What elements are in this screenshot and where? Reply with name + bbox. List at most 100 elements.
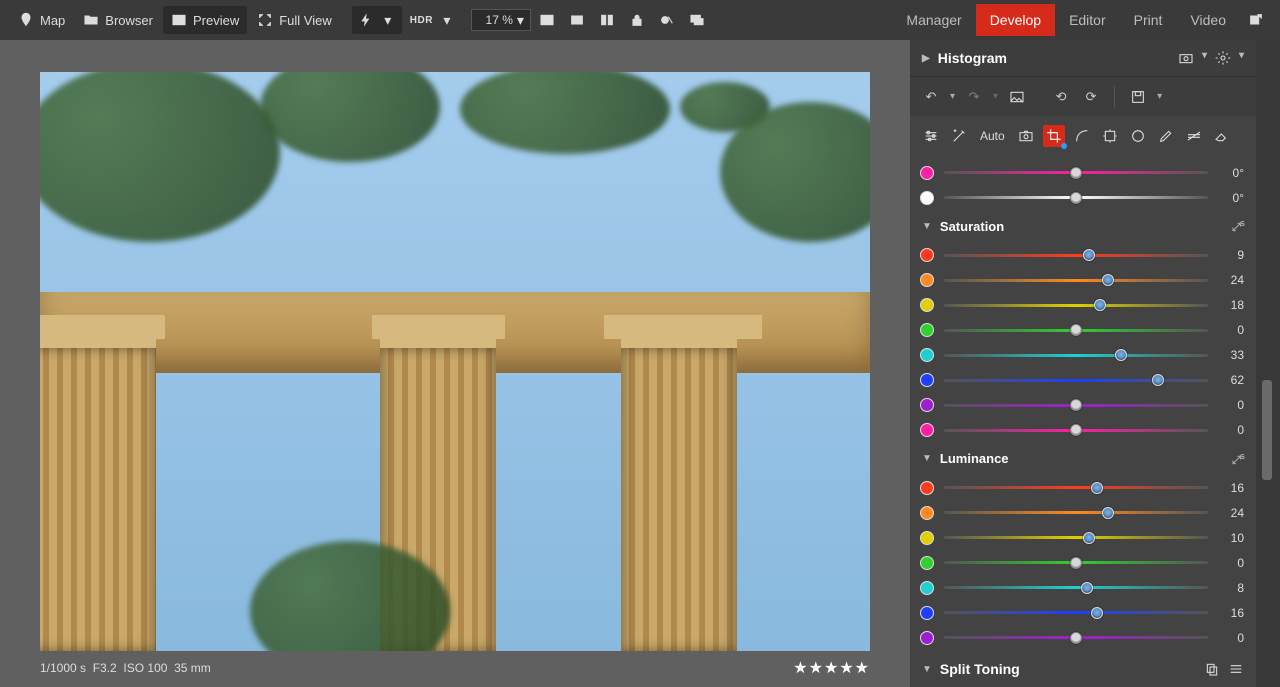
slider-thumb[interactable] — [1091, 482, 1103, 494]
crop-tool[interactable] — [1043, 125, 1065, 147]
slider-track[interactable] — [944, 329, 1208, 332]
slider-thumb[interactable] — [1102, 507, 1114, 519]
curves-tool[interactable] — [1071, 125, 1093, 147]
slider-thumb[interactable] — [1070, 632, 1082, 644]
slider-track[interactable] — [944, 379, 1208, 382]
luminance-red-slider[interactable]: 16 — [920, 475, 1244, 500]
slider-thumb[interactable] — [1070, 424, 1082, 436]
saturation-header[interactable]: ▼ Saturation ⤢s — [910, 212, 1256, 239]
hue-hue-magenta-slider[interactable]: 0 — [920, 160, 1244, 185]
slider-track[interactable] — [944, 586, 1208, 589]
slider-thumb[interactable] — [1091, 607, 1103, 619]
flash-dropdown[interactable]: ▾ — [352, 6, 402, 34]
rotate-right-button[interactable]: ⟳ — [1080, 86, 1102, 108]
auto-button[interactable]: Auto — [976, 129, 1009, 143]
external-link-button[interactable] — [1242, 6, 1270, 34]
gear-icon[interactable] — [1215, 50, 1231, 66]
luminance-blue-slider[interactable]: 16 — [920, 600, 1244, 625]
tab-print[interactable]: Print — [1120, 4, 1177, 36]
luminance-green-slider[interactable]: 0 — [920, 550, 1244, 575]
saturation-purple-slider[interactable]: 0 — [920, 393, 1244, 418]
overlay-button[interactable] — [683, 6, 711, 34]
brush-tool[interactable] — [1155, 125, 1177, 147]
saturation-aqua-slider[interactable]: 33 — [920, 343, 1244, 368]
gradient-tool[interactable] — [1183, 125, 1205, 147]
browser-button[interactable]: Browser — [75, 6, 161, 34]
slider-track[interactable] — [944, 354, 1208, 357]
slider-thumb[interactable] — [1070, 167, 1082, 179]
hdr-dropdown[interactable]: HDR ▾ — [404, 6, 461, 34]
histogram-header[interactable]: ▶ Histogram ▾ ▾ — [910, 40, 1256, 76]
hue-hue-white-slider[interactable]: 0 — [920, 185, 1244, 210]
magic-tool[interactable] — [948, 125, 970, 147]
copy-icon[interactable] — [1204, 661, 1220, 677]
saturation-blue-slider[interactable]: 62 — [920, 368, 1244, 393]
retouch-tool[interactable] — [1211, 125, 1233, 147]
original-button[interactable] — [1006, 86, 1028, 108]
rating-stars[interactable]: ★★★★★ — [793, 658, 870, 678]
slider-thumb[interactable] — [1070, 399, 1082, 411]
camera-profile-tool[interactable] — [1015, 125, 1037, 147]
highlight-clipping-button[interactable] — [653, 6, 681, 34]
map-button[interactable]: Map — [10, 6, 73, 34]
lock-zoom-button[interactable] — [623, 6, 651, 34]
sliders-tool[interactable] — [920, 125, 942, 147]
slider-track[interactable] — [944, 511, 1208, 514]
slider-track[interactable] — [944, 304, 1208, 307]
zoom-fit-button[interactable] — [563, 6, 591, 34]
targeted-adjust-icon[interactable]: ⤢s — [1232, 451, 1244, 468]
redo-button[interactable]: ↷ — [963, 86, 985, 108]
slider-track[interactable] — [944, 404, 1208, 407]
luminance-purple-slider[interactable]: 0 — [920, 625, 1244, 650]
fullview-button[interactable]: Full View — [249, 6, 340, 34]
slider-track[interactable] — [944, 171, 1208, 174]
chevron-down-icon[interactable]: ▾ — [950, 91, 955, 102]
luminance-yellow-slider[interactable]: 10 — [920, 525, 1244, 550]
slider-track[interactable] — [944, 279, 1208, 282]
preview-button[interactable]: Preview — [163, 6, 247, 34]
chevron-down-icon[interactable]: ▾ — [1202, 50, 1207, 66]
slider-track[interactable] — [944, 429, 1208, 432]
slider-thumb[interactable] — [1115, 349, 1127, 361]
undo-button[interactable]: ↶ — [920, 86, 942, 108]
chevron-down-icon[interactable]: ▾ — [1157, 91, 1162, 102]
targeted-adjust-icon[interactable]: ⤢s — [1232, 218, 1244, 235]
rotate-left-button[interactable]: ⟲ — [1050, 86, 1072, 108]
transform-tool[interactable] — [1099, 125, 1121, 147]
slider-track[interactable] — [944, 561, 1208, 564]
split-view-button[interactable] — [593, 6, 621, 34]
panel-scrollbar[interactable] — [1256, 40, 1280, 687]
radial-tool[interactable] — [1127, 125, 1149, 147]
slider-thumb[interactable] — [1070, 557, 1082, 569]
saturation-red-slider[interactable]: 9 — [920, 243, 1244, 268]
slider-thumb[interactable] — [1081, 582, 1093, 594]
slider-thumb[interactable] — [1070, 192, 1082, 204]
tab-editor[interactable]: Editor — [1055, 4, 1120, 36]
slider-track[interactable] — [944, 636, 1208, 639]
saturation-orange-slider[interactable]: 24 — [920, 268, 1244, 293]
split-toning-header[interactable]: ▼ Split Toning — [910, 651, 1256, 687]
camera-icon[interactable] — [1178, 50, 1194, 66]
slider-thumb[interactable] — [1070, 324, 1082, 336]
luminance-aqua-slider[interactable]: 8 — [920, 575, 1244, 600]
slider-thumb[interactable] — [1083, 249, 1095, 261]
slider-thumb[interactable] — [1102, 274, 1114, 286]
luminance-header[interactable]: ▼ Luminance ⤢s — [910, 445, 1256, 472]
slider-thumb[interactable] — [1152, 374, 1164, 386]
image-canvas[interactable] — [40, 72, 870, 651]
saturation-magenta-slider[interactable]: 0 — [920, 418, 1244, 443]
tab-develop[interactable]: Develop — [976, 4, 1055, 36]
zoom-input[interactable]: 17 % ▾ — [471, 9, 531, 31]
slider-track[interactable] — [944, 536, 1208, 539]
slider-track[interactable] — [944, 254, 1208, 257]
slider-track[interactable] — [944, 486, 1208, 489]
saturation-green-slider[interactable]: 0 — [920, 318, 1244, 343]
luminance-orange-slider[interactable]: 24 — [920, 500, 1244, 525]
saturation-yellow-slider[interactable]: 18 — [920, 293, 1244, 318]
slider-track[interactable] — [944, 611, 1208, 614]
tab-manager[interactable]: Manager — [892, 4, 975, 36]
zoom-1to1-button[interactable] — [533, 6, 561, 34]
slider-thumb[interactable] — [1083, 532, 1095, 544]
slider-track[interactable] — [944, 196, 1208, 199]
slider-thumb[interactable] — [1094, 299, 1106, 311]
